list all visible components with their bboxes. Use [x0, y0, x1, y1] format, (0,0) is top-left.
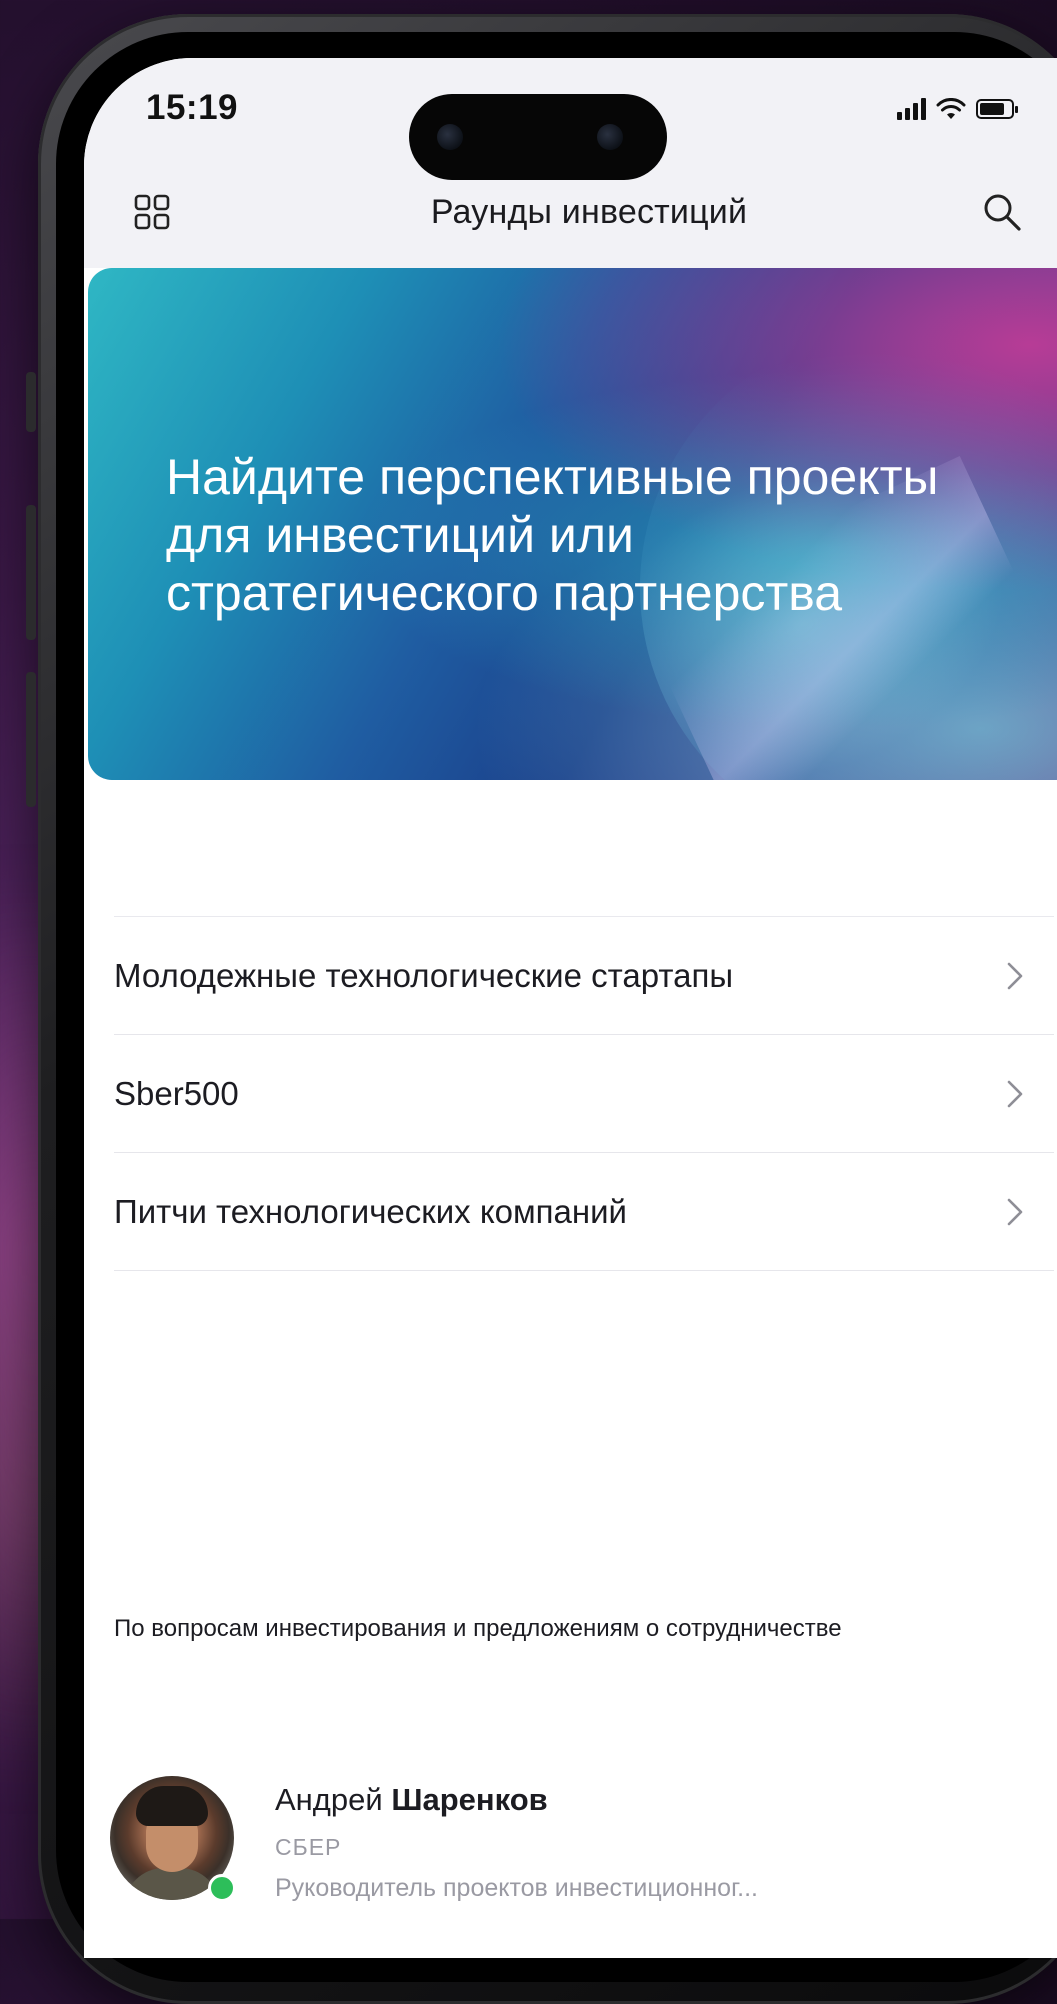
volume-down-button — [26, 672, 36, 807]
list-item-label: Молодежные технологические стартапы — [114, 956, 734, 994]
search-icon[interactable] — [980, 190, 1024, 234]
status-icons — [897, 98, 1018, 120]
list-item-label: Питчи технологических компаний — [114, 1192, 627, 1230]
contact-name[interactable]: Андрей Шаренков — [275, 1782, 548, 1818]
contact-role: Руководитель проектов инвестиционног... — [275, 1874, 758, 1902]
contact-caption: По вопросам инвестирования и предложения… — [114, 1615, 842, 1642]
list-item-tech-pitches[interactable]: Питчи технологических компаний — [114, 1153, 1054, 1271]
contact-card[interactable]: Андрей Шаренков СБЕР Руководитель проект… — [110, 1776, 1057, 1916]
list-item-youth-startups[interactable]: Молодежные технологические стартапы — [114, 917, 1054, 1035]
signal-icon — [897, 98, 926, 120]
volume-up-button — [26, 505, 36, 640]
list-item-label: Sber500 — [114, 1074, 239, 1112]
online-status-icon — [208, 1874, 236, 1902]
contact-company: СБЕР — [275, 1834, 342, 1860]
chevron-right-icon — [1007, 1198, 1023, 1225]
contact-first-name: Андрей — [275, 1782, 383, 1817]
chevron-right-icon — [1007, 1080, 1023, 1107]
wifi-icon — [936, 98, 966, 119]
camera-icon — [597, 124, 623, 150]
contact-last-name: Шаренков — [391, 1782, 548, 1817]
sensor-icon — [437, 124, 463, 150]
banner-headline: Найдите перспективные проекты для инвест… — [166, 449, 939, 621]
mute-switch — [26, 372, 36, 432]
battery-icon — [976, 99, 1018, 119]
dynamic-island — [409, 94, 667, 180]
page-title: Раунды инвестиций — [430, 193, 748, 231]
status-time: 15:19 — [146, 88, 239, 127]
promo-banner[interactable]: Найдите перспективные проекты для инвест… — [88, 268, 1057, 780]
app-screen: 15:19 Раунды инвестиций Найдите перспект… — [84, 58, 1057, 1958]
chevron-right-icon — [1007, 962, 1023, 989]
list-item-sber500[interactable]: Sber500 — [114, 1035, 1054, 1153]
rounds-list: Молодежные технологические стартапы Sber… — [114, 916, 1054, 1271]
